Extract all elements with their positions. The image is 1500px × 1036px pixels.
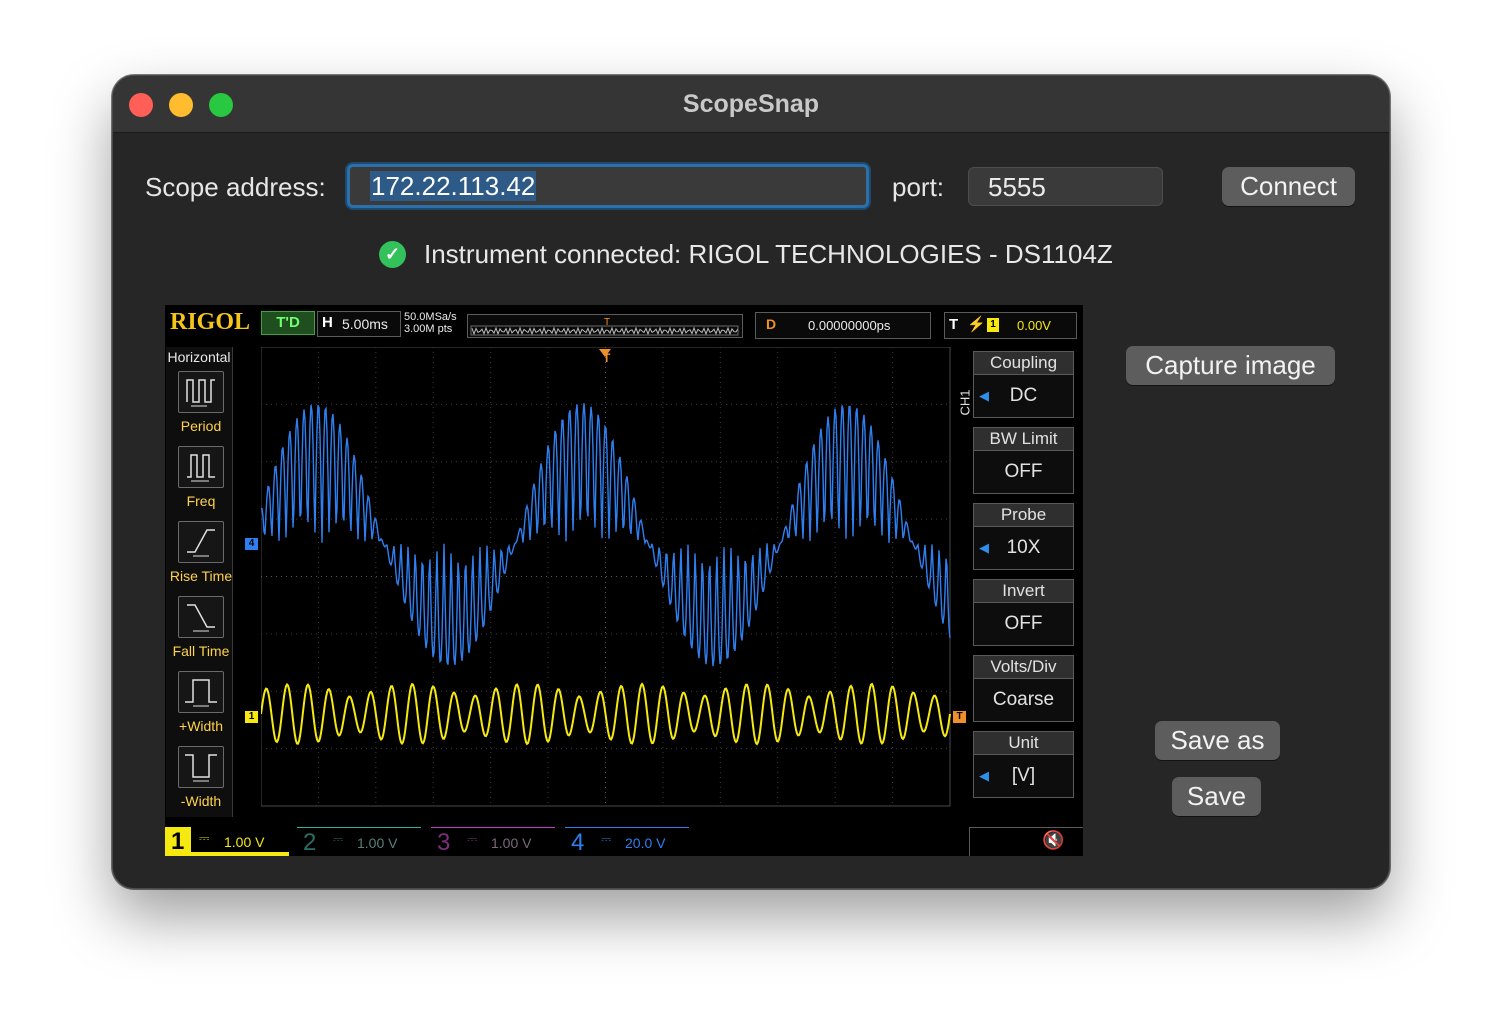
fall-time-icon	[178, 596, 224, 638]
volts-div-value: Coarse	[973, 678, 1074, 722]
freq-icon	[178, 446, 224, 488]
invert-title: Invert	[973, 579, 1074, 602]
speaker-muted-icon: 🔇	[1042, 830, 1065, 850]
save-button[interactable]: Save	[1172, 777, 1261, 816]
ch2-number: 2	[303, 829, 317, 856]
sound-status: 🔇	[969, 827, 1083, 856]
period-icon	[178, 371, 224, 413]
volts-div-title: Volts/Div	[973, 655, 1074, 678]
sample-rate: 50.0MSa/s	[404, 311, 457, 323]
ch1-scale: 1.00 V	[224, 834, 265, 850]
horizontal-menu-title: Horizontal	[167, 349, 231, 365]
coupling-menu: Coupling ◀ DC	[973, 351, 1074, 423]
ch3-status: 3 ⎓ 1.00 V	[431, 827, 555, 856]
negative-width-icon	[178, 746, 224, 788]
positive-width-item: +Width	[168, 671, 234, 734]
unit-title: Unit	[973, 731, 1074, 754]
timebase-value: 5.00ms	[342, 316, 388, 332]
trigger-position-label: T	[603, 351, 611, 365]
bw-limit-title: BW Limit	[973, 427, 1074, 450]
run-state-badge: T'D	[261, 311, 315, 335]
rigol-logo: RIGOL	[170, 309, 251, 335]
trigger-label: T	[949, 316, 959, 333]
ch1-number: 1	[171, 828, 185, 855]
delay-value: 0.00000000ps	[808, 318, 891, 333]
ch3-number: 3	[437, 829, 451, 856]
timebase-box: H 5.00ms	[317, 311, 401, 337]
coupling-title: Coupling	[973, 351, 1074, 374]
memory-depth: 3.00M pts	[404, 323, 453, 335]
scope-screenshot: RIGOL T'D H 5.00ms 50.0MSa/s 3.00M pts T…	[165, 305, 1083, 856]
ch4-offset-marker: 4	[245, 538, 258, 550]
unit-value-box: ◀ [V]	[973, 754, 1074, 798]
app-window: ScopeSnap Scope address: 172.22.113.42 p…	[112, 75, 1390, 889]
ch1-offset-marker: 1	[245, 711, 258, 723]
coupling-value-box: ◀ DC	[973, 374, 1074, 418]
acquisition-info: 50.0MSa/s 3.00M pts	[404, 311, 457, 335]
status-text: Instrument connected: RIGOL TECHNOLOGIES…	[424, 238, 1113, 269]
ch2-status: 2 ⎓ 1.00 V	[297, 827, 421, 856]
ch4-scale: 20.0 V	[625, 835, 666, 851]
timebase-h-label: H	[322, 314, 333, 331]
memory-overview-bar: T	[467, 314, 743, 338]
positive-width-icon	[178, 671, 224, 713]
overview-waveform: T	[470, 317, 739, 336]
left-arrow-icon: ◀	[979, 768, 989, 783]
connect-button[interactable]: Connect	[1222, 167, 1355, 206]
ch4-number: 4	[571, 829, 585, 856]
unit-value: [V]	[1011, 765, 1036, 786]
trigger-source-badge: 1	[987, 318, 999, 332]
negative-width-item: -Width	[168, 746, 234, 809]
invert-menu: Invert OFF	[973, 579, 1074, 651]
ch2-scale: 1.00 V	[357, 835, 398, 851]
probe-title: Probe	[973, 503, 1074, 526]
trigger-level-marker: T	[953, 711, 966, 723]
check-circle-icon: ✓	[379, 240, 406, 268]
scope-address-value: 172.22.113.42	[370, 171, 537, 201]
connection-status: ✓ Instrument connected: RIGOL TECHNOLOGI…	[379, 238, 1113, 270]
capture-image-button[interactable]: Capture image	[1126, 346, 1335, 385]
trigger-level: 0.00V	[1017, 318, 1051, 333]
unit-menu: Unit ◀ [V]	[973, 731, 1074, 803]
waveform-display	[261, 347, 951, 807]
left-arrow-icon: ◀	[979, 388, 989, 403]
coupling-value: DC	[1009, 385, 1038, 406]
bw-limit-menu: BW Limit OFF	[973, 427, 1074, 499]
period-item: Period	[168, 371, 234, 434]
negative-width-label: -Width	[180, 793, 222, 809]
fall-time-item: Fall Time	[168, 596, 234, 659]
invert-value: OFF	[973, 602, 1074, 646]
title-bar: ScopeSnap	[113, 76, 1389, 133]
delay-box: D 0.00000000ps	[755, 312, 931, 339]
freq-item: Freq	[168, 446, 234, 509]
trigger-box: T ⚡ 1 0.00V	[944, 312, 1077, 339]
ch4-status: 4 ⎓ 20.0 V	[565, 827, 689, 856]
left-arrow-icon: ◀	[979, 540, 989, 555]
bw-limit-value: OFF	[973, 450, 1074, 494]
volts-div-menu: Volts/Div Coarse	[973, 655, 1074, 727]
rise-time-icon	[178, 521, 224, 563]
window-title: ScopeSnap	[682, 90, 820, 118]
probe-menu: Probe ◀ 10X	[973, 503, 1074, 575]
ch3-scale: 1.00 V	[491, 835, 532, 851]
probe-value-box: ◀ 10X	[973, 526, 1074, 570]
fall-time-label: Fall Time	[172, 643, 230, 659]
scope-address-label: Scope address:	[145, 172, 326, 202]
svg-text:T: T	[604, 317, 610, 328]
rise-time-label: Rise Time	[169, 568, 233, 584]
ch1-status: 1 ⎓ 1.00 V	[165, 825, 289, 856]
port-label: port:	[892, 172, 945, 202]
period-label: Period	[180, 418, 222, 434]
scope-address-input[interactable]: 172.22.113.42	[347, 164, 869, 208]
freq-label: Freq	[186, 493, 216, 509]
positive-width-label: +Width	[179, 718, 223, 734]
trigger-edge-icon: ⚡	[967, 316, 986, 333]
channel-tag: CH1	[957, 389, 973, 416]
probe-value: 10X	[1006, 537, 1041, 558]
port-input[interactable]: 5555	[968, 167, 1163, 206]
save-as-button[interactable]: Save as	[1155, 721, 1280, 760]
delay-label: D	[766, 316, 777, 332]
horizontal-menu: Horizontal Period Freq Rise Time Fall Ti…	[166, 347, 233, 817]
rise-time-item: Rise Time	[168, 521, 234, 584]
